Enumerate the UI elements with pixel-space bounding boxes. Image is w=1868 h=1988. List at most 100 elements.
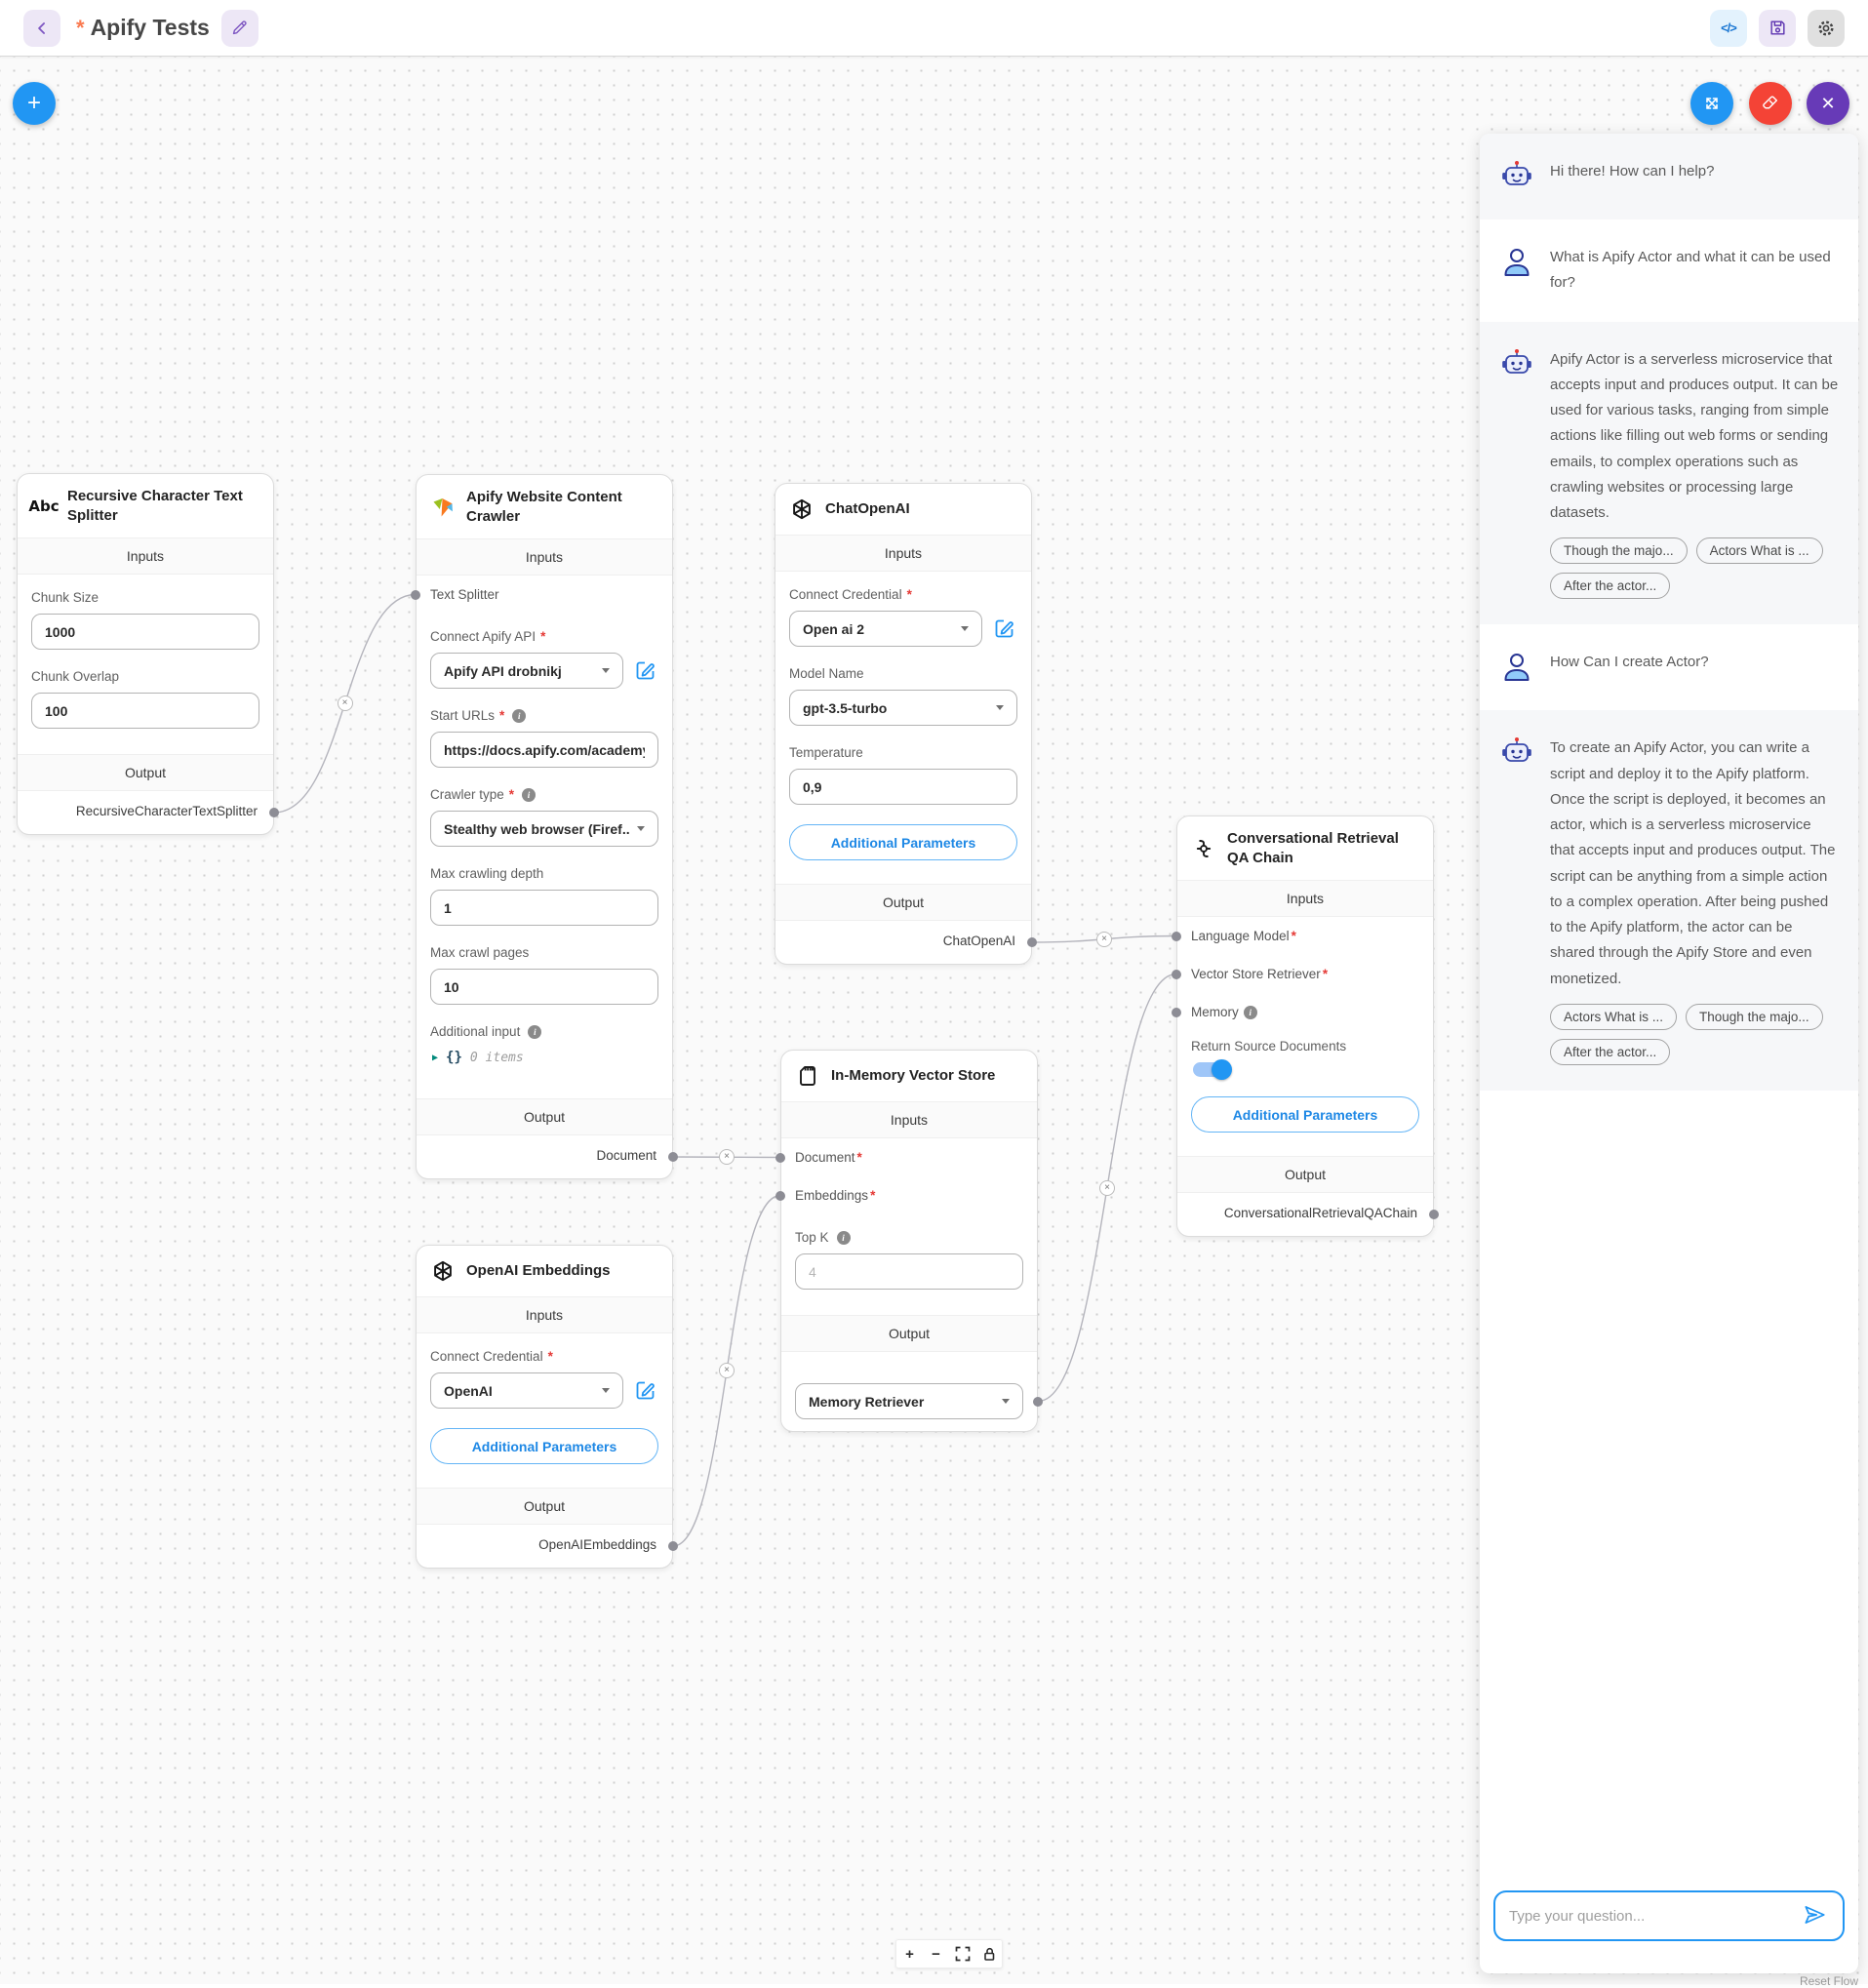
input-handle[interactable] — [1172, 970, 1181, 979]
fit-view-button[interactable] — [949, 1940, 975, 1968]
inputs-section-label: Inputs — [417, 538, 672, 576]
node-title: In-Memory Vector Store — [831, 1066, 995, 1086]
output-handle-row: OpenAIEmbeddings — [417, 1525, 672, 1568]
clear-chat-button[interactable] — [1749, 82, 1792, 125]
source-chip[interactable]: Though the majo... — [1550, 537, 1688, 564]
max-crawl-pages-input[interactable] — [444, 979, 645, 995]
top-k-input[interactable] — [809, 1264, 1010, 1280]
field-label: Top Ki — [795, 1230, 1023, 1245]
field-label: Connect Credential* — [789, 587, 1017, 602]
zoom-out-button[interactable]: − — [923, 1940, 949, 1968]
edit-credential-button[interactable] — [992, 616, 1017, 642]
user-avatar-icon — [1499, 650, 1534, 685]
openai-credential-select[interactable]: Open ai 2 — [789, 611, 982, 647]
memory-card-icon — [795, 1063, 820, 1089]
max-crawling-depth-input[interactable] — [444, 900, 645, 916]
fit-view-icon — [955, 1946, 971, 1962]
source-chip[interactable]: After the actor... — [1550, 573, 1670, 599]
back-button[interactable] — [23, 10, 60, 47]
close-icon: ✕ — [1820, 94, 1835, 114]
source-chip[interactable]: Actors What is ... — [1696, 537, 1823, 564]
field-label: Temperature — [789, 745, 1017, 760]
output-handle[interactable] — [269, 808, 279, 817]
node-chat-openai[interactable]: ChatOpenAI Inputs Connect Credential* Op… — [775, 483, 1032, 965]
return-source-documents-toggle[interactable] — [1193, 1062, 1230, 1077]
openai-credential-select[interactable]: OpenAI — [430, 1372, 623, 1409]
chat-message-user: How Can I create Actor? — [1480, 624, 1858, 710]
output-handle[interactable] — [668, 1541, 678, 1551]
close-chat-button[interactable]: ✕ — [1807, 82, 1849, 125]
input-anchor-language-model: Language Model* — [1177, 917, 1433, 955]
plus-icon: + — [905, 1946, 914, 1963]
field-label: Additional inputi — [430, 1024, 658, 1039]
input-handle[interactable] — [775, 1191, 785, 1201]
output-section-label: Output — [417, 1098, 672, 1135]
input-handle[interactable] — [1172, 932, 1181, 941]
save-flow-button[interactable] — [1759, 10, 1796, 47]
output-type-select[interactable]: Memory Retriever — [795, 1383, 1023, 1419]
input-handle[interactable] — [775, 1153, 785, 1163]
chevron-down-icon — [602, 1388, 610, 1393]
plus-icon: + — [27, 90, 41, 117]
expand-chat-button[interactable] — [1690, 82, 1733, 125]
source-chip[interactable]: Though the majo... — [1686, 1004, 1823, 1030]
node-conversational-retrieval-qa-chain[interactable]: Conversational Retrieval QA Chain Inputs… — [1176, 815, 1434, 1237]
field-label: Chunk Size — [31, 590, 259, 605]
send-button[interactable] — [1800, 1901, 1829, 1930]
node-title: Conversational Retrieval QA Chain — [1227, 829, 1419, 867]
edge-delete-button[interactable]: × — [1099, 1180, 1115, 1196]
top-bar: * Apify Tests </> — [0, 0, 1868, 57]
source-chip[interactable]: After the actor... — [1550, 1039, 1670, 1065]
settings-button[interactable] — [1808, 10, 1845, 47]
edit-credential-button[interactable] — [633, 658, 658, 684]
crawler-type-select[interactable]: Stealthy web browser (Firef... — [430, 811, 658, 847]
chat-question-input[interactable] — [1509, 1908, 1790, 1925]
edit-credential-button[interactable] — [633, 1378, 658, 1404]
chunk-overlap-input[interactable] — [45, 703, 246, 719]
apify-credential-select[interactable]: Apify API drobnikj — [430, 653, 623, 689]
source-chip[interactable]: Actors What is ... — [1550, 1004, 1677, 1030]
field-label: Chunk Overlap — [31, 669, 259, 684]
output-handle[interactable] — [1027, 937, 1037, 947]
output-handle[interactable] — [1429, 1210, 1439, 1219]
start-urls-input[interactable] — [444, 742, 645, 758]
json-expand-icon[interactable]: ▶ — [432, 1053, 438, 1063]
edge-delete-button[interactable]: × — [1096, 932, 1112, 947]
input-handle[interactable] — [411, 590, 420, 600]
output-handle[interactable] — [1033, 1397, 1043, 1407]
output-section-label: Output — [781, 1315, 1037, 1352]
zoom-in-button[interactable]: + — [896, 1940, 923, 1968]
node-recursive-text-splitter[interactable]: Abc Recursive Character Text Splitter In… — [17, 473, 274, 835]
node-openai-embeddings[interactable]: OpenAI Embeddings Inputs Connect Credent… — [416, 1245, 673, 1569]
additional-parameters-button[interactable]: Additional Parameters — [430, 1428, 658, 1464]
lock-canvas-button[interactable] — [975, 1940, 1002, 1968]
additional-parameters-button[interactable]: Additional Parameters — [789, 824, 1017, 860]
field-label: Connect Credential* — [430, 1349, 658, 1364]
chunk-size-input[interactable] — [45, 624, 246, 640]
chevron-left-icon — [32, 19, 52, 38]
temperature-input[interactable] — [803, 779, 1004, 795]
api-code-button[interactable]: </> — [1710, 10, 1747, 47]
add-node-button[interactable]: + — [13, 82, 56, 125]
edit-title-button[interactable] — [221, 10, 258, 47]
input-handle[interactable] — [1172, 1008, 1181, 1017]
additional-parameters-button[interactable]: Additional Parameters — [1191, 1096, 1419, 1133]
output-section-label: Output — [417, 1488, 672, 1525]
input-anchor-text-splitter: Text Splitter — [417, 576, 672, 614]
canvas-controls: + − — [895, 1939, 1003, 1968]
reset-flow-button[interactable]: Reset Flow — [1800, 1974, 1858, 1988]
output-handle[interactable] — [668, 1152, 678, 1162]
edge-delete-button[interactable]: × — [338, 696, 353, 711]
node-apify-website-content-crawler[interactable]: Apify Website Content Crawler Inputs Tex… — [416, 474, 673, 1179]
chat-message-user: What is Apify Actor and what it can be u… — [1480, 219, 1858, 322]
field-label: Max crawling depth — [430, 866, 658, 881]
message-text: To create an Apify Actor, you can write … — [1550, 736, 1839, 992]
model-name-select[interactable]: gpt-3.5-turbo — [789, 690, 1017, 726]
minus-icon: − — [932, 1946, 940, 1963]
inputs-section-label: Inputs — [781, 1101, 1037, 1138]
info-icon: i — [512, 709, 526, 723]
apify-logo-icon — [430, 495, 456, 520]
node-in-memory-vector-store[interactable]: In-Memory Vector Store Inputs Document* … — [780, 1050, 1038, 1432]
flow-canvas[interactable]: + ✕ Abc Recursive Character Text Splitte… — [0, 57, 1868, 1984]
text-splitter-icon: Abc — [31, 494, 57, 519]
